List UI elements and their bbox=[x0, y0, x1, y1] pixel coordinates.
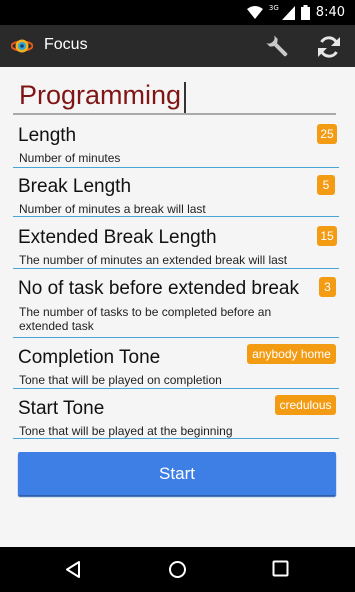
setting-extended-break-length-value: 15 bbox=[317, 226, 337, 246]
setting-extended-break-length-description: The number of minutes an extended break … bbox=[19, 253, 288, 267]
setting-start-tone[interactable]: Start Tone Tone that will be played at t… bbox=[13, 392, 339, 439]
back-icon[interactable] bbox=[64, 560, 82, 579]
setting-break-length-value: 5 bbox=[317, 175, 335, 195]
setting-tasks-before-extended-break-description-line-1: The number of tasks to be completed befo… bbox=[19, 305, 272, 319]
setting-start-tone-title: Start Tone bbox=[18, 398, 105, 419]
signal-icon bbox=[281, 5, 295, 20]
setting-length[interactable]: Length Number of minutes 25 bbox=[13, 120, 339, 168]
setting-extended-break-length[interactable]: Extended Break Length The number of minu… bbox=[13, 221, 339, 269]
task-name-value: Programming bbox=[19, 80, 182, 110]
setting-completion-tone-description: Tone that will be played on completion bbox=[19, 373, 222, 387]
setting-length-value: 25 bbox=[317, 124, 337, 144]
setting-tasks-before-extended-break[interactable]: No of task before extended break The num… bbox=[13, 272, 339, 338]
navigation-bar bbox=[0, 547, 355, 592]
setting-length-description: Number of minutes bbox=[19, 151, 121, 165]
task-name-input[interactable]: Programming bbox=[13, 75, 336, 115]
recents-icon[interactable] bbox=[272, 560, 289, 577]
setting-completion-tone[interactable]: Completion Tone Tone that will be played… bbox=[13, 341, 339, 389]
setting-break-length-description: Number of minutes a break will last bbox=[19, 202, 206, 216]
settings-form: Programming Length Number of minutes 25 … bbox=[0, 67, 355, 547]
setting-break-length[interactable]: Break Length Number of minutes a break w… bbox=[13, 170, 339, 217]
network-type-label: 3G bbox=[268, 3, 279, 12]
setting-completion-tone-value: anybody home bbox=[247, 344, 336, 364]
app-title: Focus bbox=[44, 36, 88, 53]
home-icon[interactable] bbox=[168, 560, 187, 579]
setting-length-title: Length bbox=[18, 125, 77, 146]
app-logo-icon bbox=[11, 39, 33, 53]
text-cursor bbox=[184, 82, 186, 113]
setting-extended-break-length-title: Extended Break Length bbox=[18, 227, 217, 248]
setting-start-tone-description: Tone that will be played at the beginnin… bbox=[19, 424, 233, 438]
wrench-icon[interactable] bbox=[265, 34, 291, 60]
setting-tasks-before-extended-break-description-line-2: extended task bbox=[19, 319, 94, 333]
status-bar: 3G 8:40 bbox=[0, 0, 355, 25]
setting-tasks-before-extended-break-title: No of task before extended break bbox=[18, 278, 299, 299]
refresh-icon[interactable] bbox=[316, 34, 342, 60]
wifi-icon bbox=[246, 5, 263, 19]
start-button[interactable]: Start bbox=[18, 452, 336, 495]
setting-tasks-before-extended-break-value: 3 bbox=[319, 277, 336, 297]
battery-icon bbox=[300, 5, 310, 20]
setting-completion-tone-title: Completion Tone bbox=[18, 347, 161, 368]
clock: 8:40 bbox=[315, 5, 345, 20]
setting-start-tone-value: credulous bbox=[275, 395, 336, 415]
setting-break-length-title: Break Length bbox=[18, 176, 132, 197]
action-bar: Focus bbox=[0, 25, 355, 67]
